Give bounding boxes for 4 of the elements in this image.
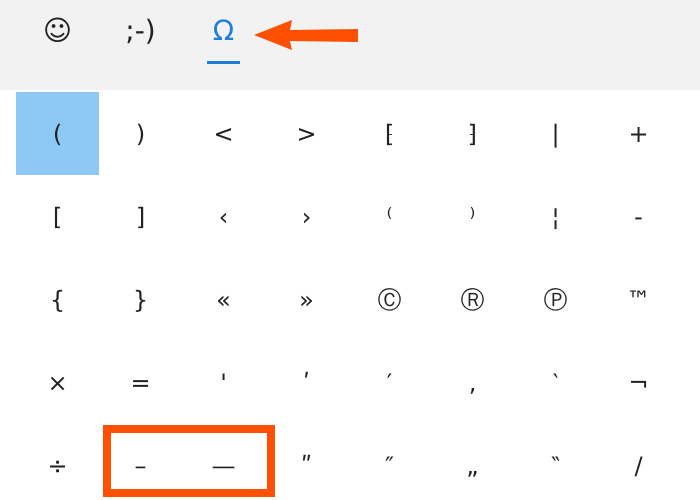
tab[interactable]: ☺ [16, 0, 99, 90]
tab[interactable]: Ω [182, 0, 265, 90]
symbol-key[interactable]: ( [16, 92, 99, 175]
tab[interactable]: ;-) [99, 0, 182, 90]
